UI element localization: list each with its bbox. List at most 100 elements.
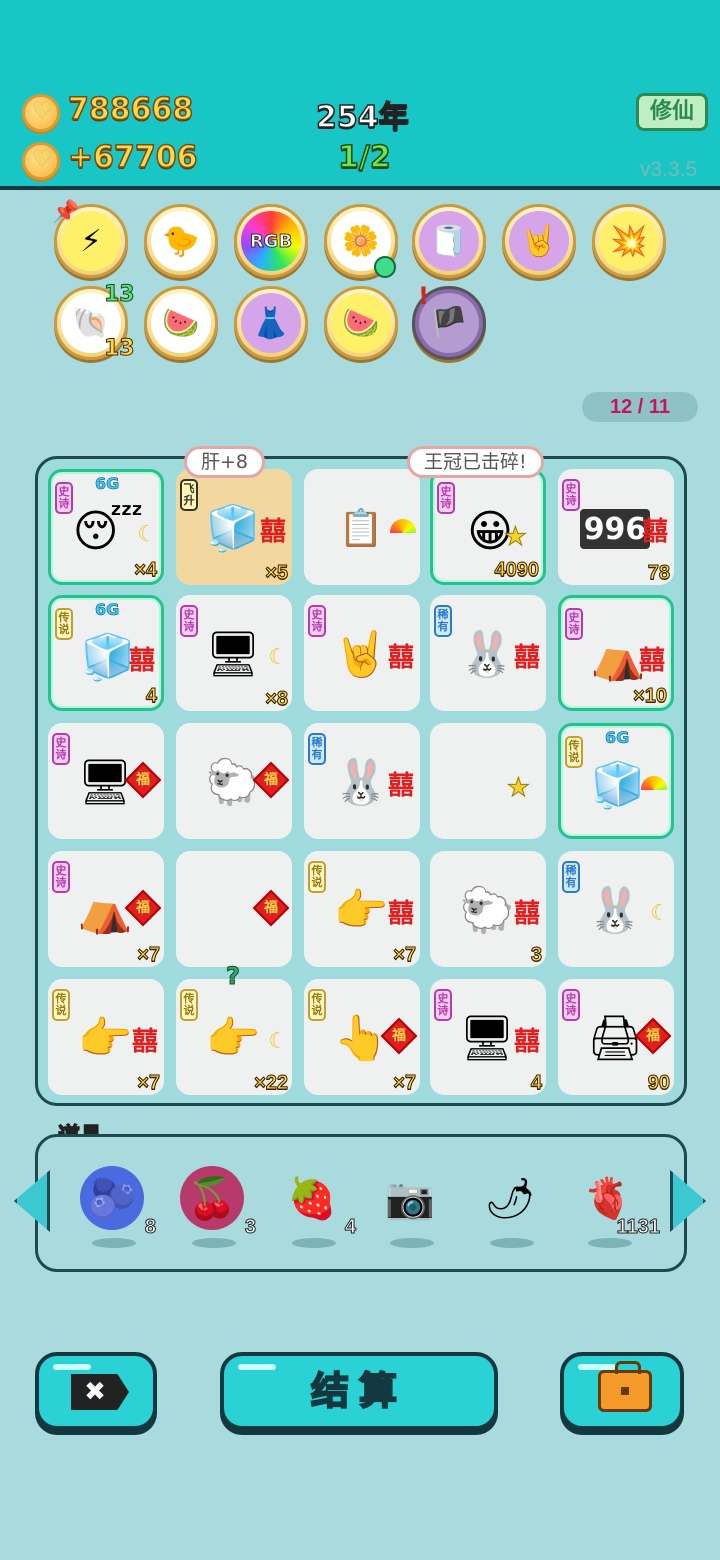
scroll-right-arrow-icon[interactable] — [670, 1170, 706, 1232]
tool-shadow — [490, 1238, 534, 1248]
pin-icon: 📌 — [52, 200, 80, 225]
close-icon: ✖ — [71, 1374, 129, 1410]
board-cell[interactable]: 史诗 ⛺ 福 ×7 — [48, 851, 164, 967]
board-cell[interactable]: 史诗 🖥 福 — [48, 723, 164, 839]
tool-liver[interactable]: 🫀 1131 — [576, 1166, 661, 1248]
board-cell[interactable]: 史诗 😀 ★ 4090 — [430, 469, 546, 585]
epic-tag: 史诗 — [437, 482, 455, 514]
camera-icon: 📷 — [385, 1175, 435, 1222]
tool-count: 8 — [144, 1216, 156, 1239]
board-cell[interactable]: 史诗 6G 😴 ☾ ×4 — [48, 469, 164, 585]
board-cell[interactable]: 史诗 🖥 囍 4 — [430, 979, 546, 1095]
legend-tag: 传说 — [308, 989, 326, 1021]
rock-hand-buff[interactable]: 🤘 — [502, 204, 576, 278]
board-cell[interactable]: 传说 👆 福 ×7 — [304, 979, 420, 1095]
coin-balance: 788668 — [67, 91, 194, 128]
board-cell[interactable]: 飞升 🧊 囍 ×5 — [176, 469, 292, 585]
board-cell[interactable]: 福 — [176, 851, 292, 967]
board-cell[interactable]: 📋 — [304, 469, 420, 585]
legend-tag: 传说 — [52, 989, 70, 1021]
board-cell[interactable]: 史诗 996 囍 78 — [558, 469, 674, 585]
settle-button[interactable]: 结算 — [220, 1352, 498, 1430]
alert-icon: ! — [418, 282, 429, 310]
board-cell[interactable]: 史诗 🤘 囍 — [304, 595, 420, 711]
double-happiness-icon: 囍 — [513, 899, 540, 929]
moon-icon: ☾ — [137, 522, 157, 547]
board-cell[interactable]: 🐑 福 — [176, 723, 292, 839]
item-count: ×7 — [137, 1072, 161, 1095]
epic-tag: 史诗 — [308, 605, 326, 637]
epic-tag: 史诗 — [180, 605, 198, 637]
tissue-box-buff[interactable]: 🧻 — [412, 204, 486, 278]
fortune-label: 福 — [392, 1028, 406, 1044]
board-cell[interactable]: 稀有 🐰 囍 — [430, 595, 546, 711]
board-cell[interactable]: 传说 6G 🧊 — [558, 723, 674, 839]
fruit-basket-buff[interactable]: 🍉 — [144, 286, 218, 360]
item-count: ×7 — [137, 944, 161, 967]
board-cell[interactable]: 稀有 🐰 囍 — [304, 723, 420, 839]
star-icon: ★ — [506, 773, 530, 804]
year-counter: 254年 — [315, 99, 409, 136]
item-count: ×22 — [254, 1072, 289, 1095]
item-count: 78 — [647, 562, 670, 585]
fruit-basket-v-buff[interactable]: 🍉 — [324, 286, 398, 360]
rgb-buff[interactable]: RGB — [234, 204, 308, 278]
close-button[interactable]: ✖ — [35, 1352, 157, 1430]
settle-label: 结算 — [310, 1368, 407, 1414]
tool-strawberry[interactable]: 🍓 4 — [280, 1166, 357, 1248]
cultivate-button[interactable]: 修仙 — [636, 93, 708, 131]
item-count: 4090 — [494, 559, 539, 582]
moon-icon: ☾ — [650, 901, 670, 926]
board-cell[interactable]: 传说 👉 囍 ×7 — [304, 851, 420, 967]
pointing-hand-icon: 👉 — [77, 1013, 133, 1064]
backpack-button[interactable] — [560, 1352, 684, 1430]
tool-camera[interactable]: 📷 — [378, 1166, 448, 1248]
board-cell[interactable]: 传说 6G 🧊 囍 4 — [48, 595, 164, 711]
tool-count: 1131 — [616, 1216, 660, 1239]
gpu-icon: 🖥 — [459, 1013, 515, 1064]
board-cell[interactable]: 稀有 🐰 ☾ — [558, 851, 674, 967]
six-g-label: 6G — [605, 728, 630, 748]
board-cell[interactable]: 传说 👉 ☾ ×22 — [176, 979, 292, 1095]
gpu-icon: 🖥 — [205, 629, 261, 680]
skirt-icon: 👗 — [241, 293, 301, 353]
tool-chili[interactable]: 🌶 — [478, 1166, 548, 1248]
rgb-icon: RGB — [241, 211, 301, 271]
board-cell[interactable]: ★ — [430, 723, 546, 839]
king-sheep-icon: 🐑 — [459, 885, 515, 936]
fridge-icon: 🧊 — [205, 503, 261, 554]
board-cell[interactable]: 史诗 🖥 ☾ ×8 — [176, 595, 292, 711]
epic-tag: 史诗 — [562, 479, 580, 511]
board-cell[interactable]: 传说 👉 囍 ×7 — [48, 979, 164, 1095]
pointing-hand-icon: 👉 — [205, 1013, 261, 1064]
bayberry-icon: 🍒 — [180, 1166, 244, 1230]
fortune-label: 福 — [136, 772, 150, 788]
shell-top-count: 13 — [104, 282, 136, 308]
rare-tag: 稀有 — [434, 605, 452, 637]
tool-shadow — [92, 1238, 136, 1248]
explosion-buff[interactable]: 💥 — [592, 204, 666, 278]
board-cell[interactable]: 史诗 🖨 福 90 — [558, 979, 674, 1095]
double-happiness-icon: 囍 — [128, 646, 155, 676]
item-count: ×7 — [393, 1072, 417, 1095]
996-counter-icon: 996 — [580, 509, 650, 549]
tool-bayberry[interactable]: 🍒 3 — [180, 1166, 257, 1248]
stage-progress: 1/2 — [337, 139, 391, 176]
legend-tag: 传说 — [55, 608, 73, 640]
liver-bonus-bubble: 肝+8 — [184, 446, 266, 478]
fortune-label: 福 — [264, 772, 278, 788]
fortune-label: 福 — [646, 1028, 660, 1044]
duck-pot-buff[interactable]: 🐤 — [144, 204, 218, 278]
board-cell[interactable]: 史诗 ⛺ 囍 ×10 — [558, 595, 674, 711]
rabbit-icon: 🐰 — [459, 629, 515, 680]
fly-tag: 飞升 — [180, 479, 198, 511]
scroll-left-arrow-icon[interactable] — [14, 1170, 50, 1232]
skirt-buff[interactable]: 👗 — [234, 286, 308, 360]
fruit-basket-v-icon: 🍉 — [331, 293, 391, 353]
item-count: ×7 — [393, 944, 417, 967]
double-happiness-icon: 囍 — [259, 517, 286, 547]
item-count: ×10 — [633, 685, 668, 708]
board-cell[interactable]: 🐑 囍 3 — [430, 851, 546, 967]
button-shine — [53, 1364, 91, 1370]
tool-blueberry[interactable]: 🫐 8 — [80, 1166, 157, 1248]
